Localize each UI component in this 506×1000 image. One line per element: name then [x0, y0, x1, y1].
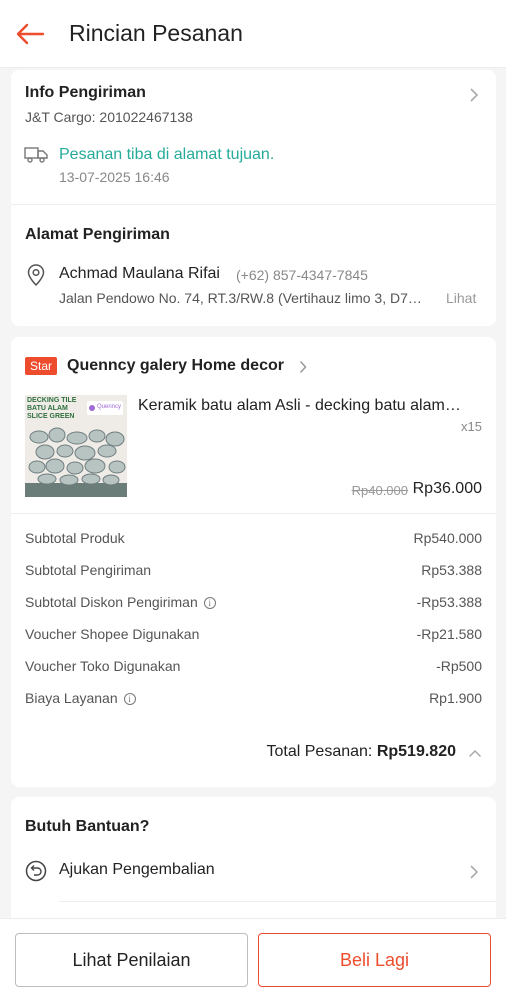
- back-button[interactable]: [0, 0, 60, 68]
- page-title: Rincian Pesanan: [69, 20, 243, 46]
- product-quantity: x15: [461, 419, 482, 434]
- chevron-up-icon[interactable]: [468, 749, 482, 758]
- thumbnail-line-3: SLICE GREEN: [27, 413, 75, 420]
- shipping-info-title[interactable]: Info Pengiriman: [25, 84, 146, 102]
- bottom-action-bar: Lihat Penilaian Beli Lagi: [0, 918, 506, 1000]
- original-price: Rp40.000: [351, 483, 408, 498]
- thumbnail-label: DECKING TILE BATU ALAM SLICE GREEN: [27, 397, 76, 421]
- summary-label: Biaya Layanan: [25, 690, 118, 706]
- summary-label: Subtotal Diskon Pengiriman: [25, 594, 198, 610]
- summary-value: -Rp500: [436, 658, 482, 674]
- divider: [11, 513, 496, 514]
- chevron-right-icon[interactable]: [299, 360, 307, 374]
- shop-name[interactable]: Quenncy galery Home decor: [67, 357, 284, 375]
- thumbnail-line-1: DECKING TILE: [27, 397, 77, 404]
- return-icon: [25, 860, 47, 882]
- courier-tracking: J&T Cargo: 201022467138: [25, 109, 193, 125]
- summary-value: Rp540.000: [413, 530, 482, 546]
- chevron-right-icon[interactable]: [469, 87, 479, 103]
- recipient-phone: (+62) 857-4347-7845: [236, 267, 368, 283]
- order-total-value: Rp519.820: [376, 743, 456, 760]
- summary-label: Subtotal Pengiriman: [25, 562, 152, 578]
- order-total[interactable]: Total Pesanan: Rp519.820: [267, 743, 456, 761]
- summary-label: Voucher Toko Digunakan: [25, 658, 181, 674]
- truck-icon: [24, 147, 48, 163]
- summary-label: Voucher Shopee Digunakan: [25, 626, 200, 642]
- return-request-label[interactable]: Ajukan Pengembalian: [59, 861, 215, 879]
- delivery-timestamp: 13-07-2025 16:46: [59, 169, 170, 185]
- thumbnail-brand: Quenncy: [97, 404, 122, 410]
- shipping-card: Info Pengiriman J&T Cargo: 201022467138 …: [11, 70, 496, 326]
- arrow-left-icon: [16, 23, 45, 44]
- divider: [11, 204, 496, 205]
- info-icon[interactable]: i: [123, 693, 136, 706]
- location-pin-icon: [27, 264, 45, 286]
- summary-value: Rp1.900: [429, 690, 482, 706]
- star-badge-label: Star: [25, 357, 58, 375]
- recipient-address: Jalan Pendowo No. 74, RT.3/RW.8 (Vertiha…: [59, 290, 422, 306]
- info-icon[interactable]: i: [203, 597, 216, 610]
- address-title: Alamat Pengiriman: [25, 226, 170, 243]
- star-badge: Star: [25, 357, 58, 375]
- summary-label: Subtotal Produk: [25, 530, 125, 546]
- help-card: Butuh Bantuan? Ajukan Pengembalian: [11, 797, 496, 927]
- product-thumbnail[interactable]: DECKING TILE BATU ALAM SLICE GREEN Quenn…: [25, 395, 127, 497]
- summary-value: -Rp53.388: [416, 594, 482, 610]
- buy-again-button[interactable]: Beli Lagi: [258, 933, 491, 987]
- product-name[interactable]: Keramik batu alam Asli - decking batu al…: [138, 397, 484, 415]
- view-address-link[interactable]: Lihat: [446, 290, 476, 306]
- chevron-right-icon[interactable]: [469, 864, 479, 880]
- recipient-name: Achmad Maulana Rifai: [59, 265, 220, 282]
- product-price: Rp36.000: [412, 480, 482, 497]
- help-title: Butuh Bantuan?: [25, 818, 150, 835]
- order-card: Star Quenncy galery Home decor DECKING T…: [11, 337, 496, 787]
- summary-value: -Rp21.580: [416, 626, 482, 642]
- summary-label-with-info: Subtotal Diskon Pengiriman i: [25, 594, 216, 610]
- divider: [59, 901, 496, 902]
- thumbnail-line-2: BATU ALAM: [27, 405, 68, 412]
- order-total-label: Total Pesanan:: [266, 743, 373, 760]
- view-rating-button[interactable]: Lihat Penilaian: [15, 933, 248, 987]
- summary-label-with-info: Biaya Layanan i: [25, 690, 136, 706]
- summary-value: Rp53.388: [421, 562, 482, 578]
- app-header: Rincian Pesanan: [0, 0, 506, 68]
- delivery-status: Pesanan tiba di alamat tujuan.: [59, 146, 275, 163]
